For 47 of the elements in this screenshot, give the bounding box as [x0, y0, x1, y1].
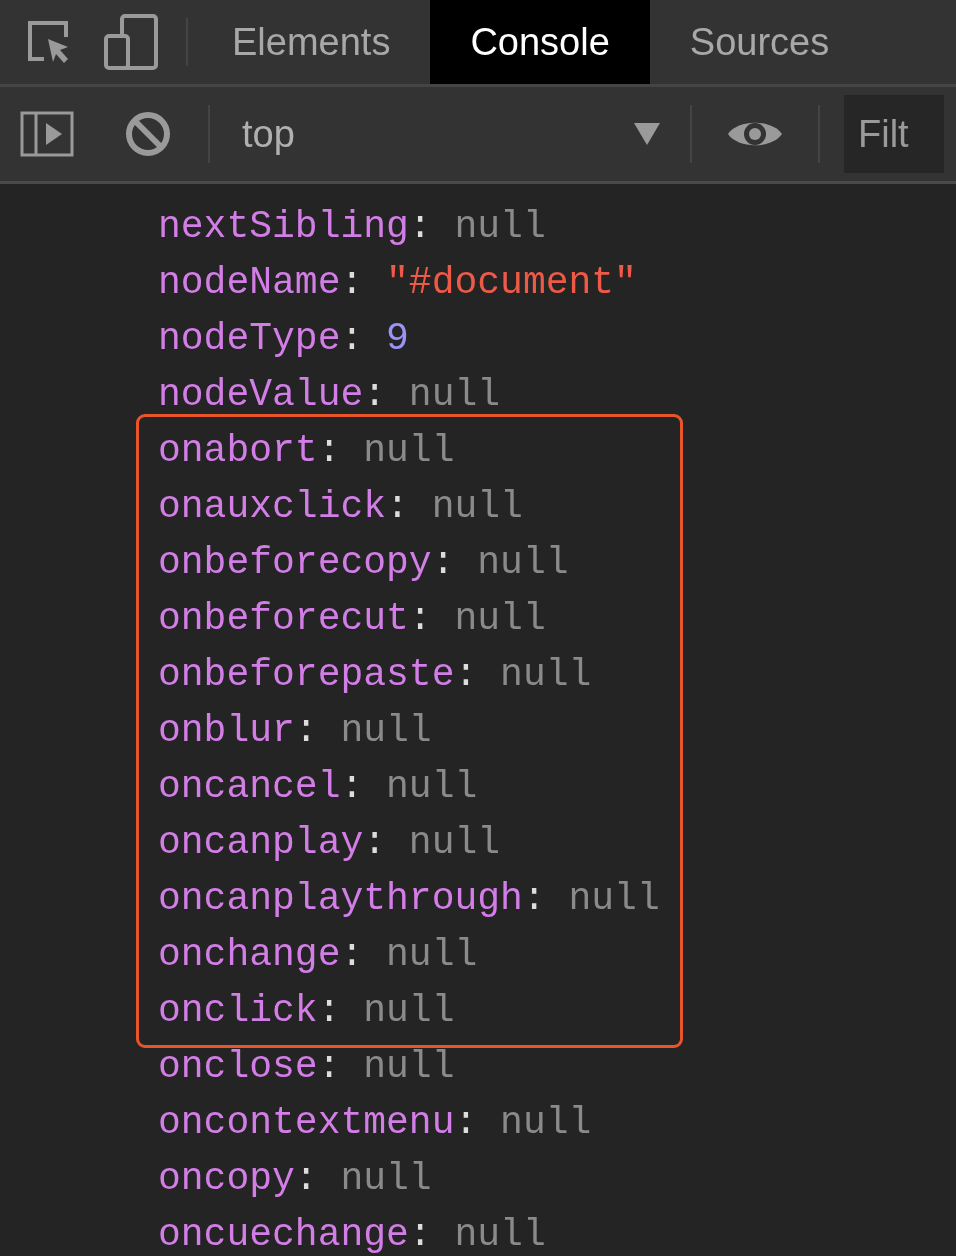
property-value: 9 [386, 317, 409, 360]
filter-field[interactable]: Filt [844, 95, 944, 173]
property-name: oncuechange: [158, 1213, 432, 1256]
device-icon[interactable] [104, 14, 158, 70]
property-name: onauxclick: [158, 485, 409, 528]
property-value: null [340, 709, 432, 752]
property-name: nextSibling: [158, 205, 432, 248]
property-value: null [500, 653, 592, 696]
property-value: null [454, 597, 546, 640]
property-value: "#document" [386, 261, 637, 304]
property-value: null [500, 1101, 592, 1144]
property-name: onbeforecut: [158, 597, 432, 640]
sidebar-toggle-icon[interactable] [20, 111, 74, 157]
property-name: onbeforecopy: [158, 541, 455, 584]
property-name: oncanplay: [158, 821, 387, 864]
context-dropdown[interactable]: top [210, 87, 690, 181]
property-value: null [454, 1213, 546, 1256]
property-name: onchange: [158, 933, 364, 976]
property-value: null [363, 1045, 455, 1088]
clear-icon[interactable] [124, 110, 172, 158]
property-name: nodeType: [158, 317, 364, 360]
property-name: onbeforepaste: [158, 653, 478, 696]
tab[interactable]: Elements [192, 0, 431, 84]
property-name: nodeValue: [158, 373, 387, 416]
property-value: null [386, 765, 478, 808]
property-value: null [454, 205, 546, 248]
property-value: null [431, 485, 523, 528]
property-name: onabort: [158, 429, 341, 472]
property-name: onclose: [158, 1045, 341, 1088]
property-value: null [340, 1157, 432, 1200]
property-name: onblur: [158, 709, 318, 752]
tab[interactable]: Console [430, 0, 650, 84]
property-name: oncontextmenu: [158, 1101, 478, 1144]
property-value: null [408, 821, 501, 864]
property-value: null [477, 541, 569, 584]
property-value: null [568, 877, 660, 920]
property-value: null [363, 429, 455, 472]
property-value: null [386, 933, 478, 976]
caret-icon [634, 123, 660, 145]
property-value: null [408, 373, 501, 416]
property-name: oncanplaythrough: [158, 877, 546, 920]
property-name: oncopy: [158, 1157, 318, 1200]
property-name: onclick: [158, 989, 341, 1032]
tab[interactable]: Sources [649, 0, 870, 84]
property-name: nodeName: [158, 261, 364, 304]
property-name: oncancel: [158, 765, 364, 808]
property-value: null [363, 989, 455, 1032]
